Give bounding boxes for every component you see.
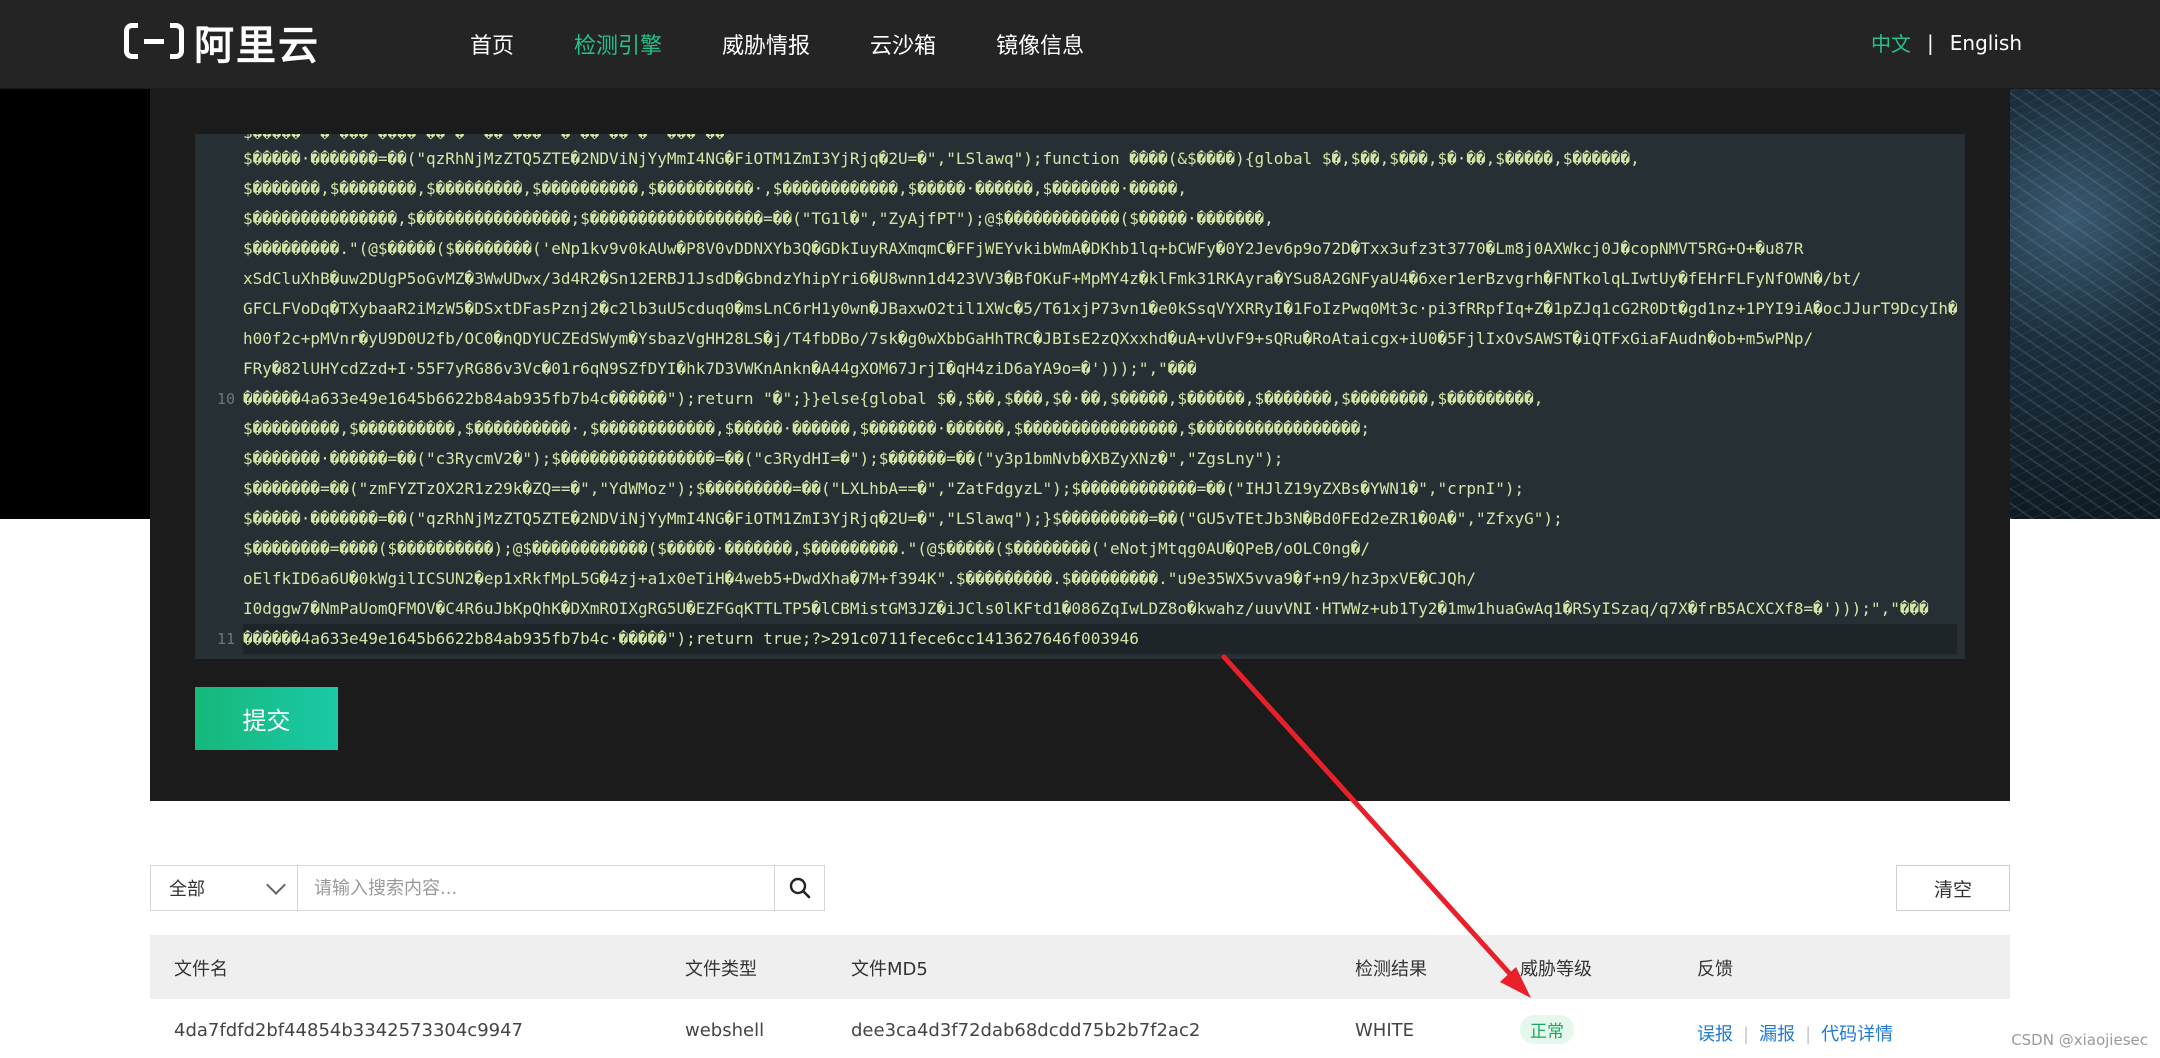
code-line: $�����·�������=��("qzRhNjMzZTQ5ZTE�2NDVi… (243, 149, 1640, 168)
header-result: 检测结果 (1355, 959, 1427, 980)
main-nav: 首页 检测引擎 威胁情报 云沙箱 镜像信息 (470, 0, 1144, 88)
hero-background-left (0, 89, 152, 519)
nav-detection-engine[interactable]: 检测引擎 (574, 28, 662, 60)
search-button[interactable] (775, 865, 825, 911)
code-line: I0dggw7�NmPaUomQFMOV�C4R6uJbKpQhK�DXmROI… (243, 599, 1929, 618)
code-line: $�������=��("zmFYZTzOX2R1z29k�ZQ==�","Yd… (243, 479, 1525, 498)
nav-threat-intel[interactable]: 威胁情报 (722, 28, 810, 60)
line-number: 10 (216, 390, 235, 408)
header-filename: 文件名 (174, 959, 228, 980)
header-feedback: 反馈 (1697, 959, 1733, 980)
nav-image-info[interactable]: 镜像信息 (996, 28, 1084, 60)
logo-text: 阿里云 (194, 23, 320, 69)
top-navigation: 阿里云 首页 检测引擎 威胁情报 云沙箱 镜像信息 中文 | English (0, 0, 2160, 89)
chevron-down-icon (266, 875, 286, 895)
header-md5: 文件MD5 (851, 959, 928, 980)
hero-background-image (2010, 89, 2160, 519)
code-line: h00f2c+pMVnr�yU9D0U2fb/OC0�nQDYUCZEdSWym… (243, 329, 1814, 348)
line-number: 11 (216, 630, 235, 648)
cell-result: WHITE (1355, 1020, 1415, 1041)
code-line: ������4a633e49e1645b6622b84ab935fb7b4c·�… (243, 624, 1957, 654)
search-input[interactable] (298, 865, 775, 911)
submit-button[interactable]: 提交 (195, 687, 338, 750)
feedback-links: 误报 | 漏报 | 代码详情 (1697, 1024, 1894, 1045)
header-threat-level: 威胁等级 (1520, 959, 1592, 980)
code-line: xSdCluXhB�uw2DUgP5oGvMZ�3WwUDwx/3d4R2�Sn… (243, 269, 1862, 288)
aliyun-logo-icon (124, 21, 184, 63)
code-line: $�������·������=��("c3RycmV2�");$�������… (243, 449, 1284, 468)
lang-separator: | (1927, 30, 1934, 55)
cell-filetype: webshell (685, 1020, 765, 1041)
code-line: $�������,$��������,$���������,$���������… (243, 179, 1188, 198)
cell-md5: dee3ca4d3f72dab68dcdd75b2b7f2ac2 (851, 1020, 1201, 1041)
category-select-value: 全部 (169, 879, 205, 900)
lang-english[interactable]: English (1950, 31, 2022, 55)
search-bar: 全部 (150, 865, 825, 911)
watermark: CSDN @xiaojiesec (2011, 1031, 2148, 1049)
code-line: GFCLFVoDq�TXybaaR2iMzW5�DSxtDFasPznj2�c2… (243, 299, 1957, 318)
category-select[interactable]: 全部 (150, 865, 298, 911)
language-switcher: 中文 | English (1871, 28, 2022, 57)
code-editor[interactable]: $����� ·� ��� ���� �� � ·�� ��� ·� �� ��… (195, 134, 1965, 659)
cell-filename: 4da7fdfd2bf44854b3342573304c9947 (174, 1020, 524, 1041)
lang-chinese[interactable]: 中文 (1871, 28, 1911, 57)
code-line: $�����·�������=��("qzRhNjMzZTQ5ZTE�2NDVi… (243, 509, 1563, 528)
search-icon (789, 877, 810, 899)
code-line: oElfkID6a6U�0kWgilICSUN2�ep1xRkfMpL5G�4z… (243, 569, 1476, 588)
clear-button[interactable]: 清空 (1896, 865, 2010, 911)
false-positive-link[interactable]: 误报 (1697, 1024, 1733, 1045)
table-header: 文件名 文件类型 文件MD5 检测结果 威胁等级 反馈 (150, 935, 2010, 999)
code-line: $��������=����($����������);@$����������… (243, 539, 1371, 558)
code-line: $���������������,$����������������;$����… (243, 209, 1274, 228)
table-row: 4da7fdfd2bf44854b3342573304c9947 webshel… (150, 1000, 2010, 1058)
header-filetype: 文件类型 (685, 959, 757, 980)
nav-cloud-sandbox[interactable]: 云沙箱 (870, 28, 936, 60)
false-negative-link[interactable]: 漏报 (1759, 1024, 1795, 1045)
detection-panel: $����� ·� ��� ���� �� � ·�� ��� ·� �� ��… (150, 89, 2010, 801)
code-line: ������4a633e49e1645b6622b84ab935fb7b4c��… (243, 389, 1544, 408)
code-detail-link[interactable]: 代码详情 (1821, 1024, 1893, 1045)
code-line: FRy�82lUHYcdZzd+I·55F7yRG86v3Vc�01r6qN9S… (243, 359, 1197, 378)
nav-home[interactable]: 首页 (470, 28, 514, 60)
code-line: $���������."(@$�����($��������('eNp1kv9v… (243, 239, 1804, 258)
threat-level-badge: 正常 (1520, 1015, 1574, 1044)
code-line: $���������,$����������,$����������·,$���… (243, 419, 1371, 438)
aliyun-logo[interactable]: 阿里云 (124, 18, 320, 69)
